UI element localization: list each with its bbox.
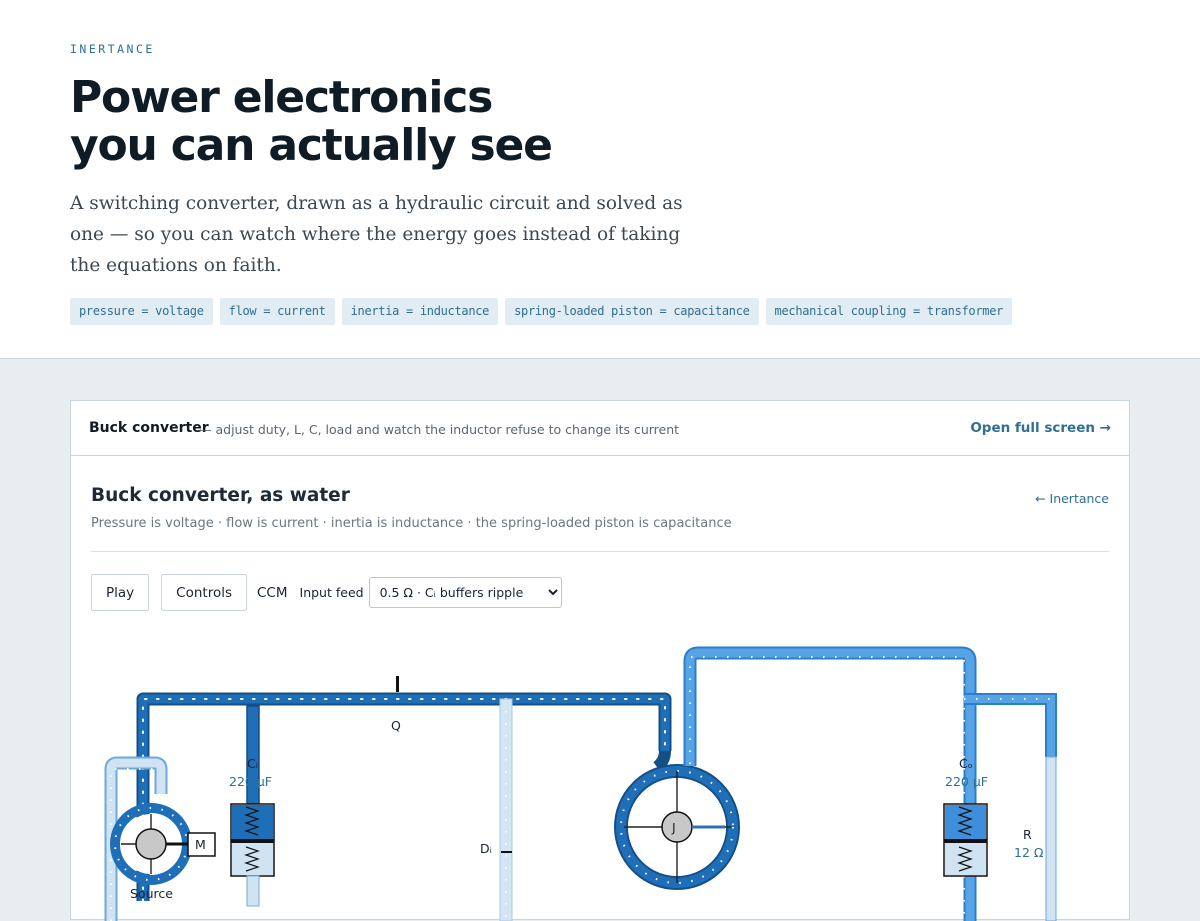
analogy-chips: pressure = voltage flow = current inerti… — [70, 298, 1013, 325]
chip: spring-loaded piston = capacitance — [505, 298, 759, 325]
hero: INERTANCE Power electronics you can actu… — [0, 0, 1200, 359]
inductor-label: J — [671, 820, 676, 835]
load-label: R — [1023, 827, 1032, 842]
source-label: Source — [130, 886, 173, 901]
lede: A switching converter, drawn as a hydrau… — [70, 193, 683, 276]
chip: mechanical coupling = transformer — [765, 298, 1013, 325]
cin-value: 220 μF — [229, 774, 272, 789]
top-pipe — [136, 692, 672, 902]
motor-label: M — [195, 837, 206, 852]
diode-label: Dᵢ — [480, 841, 492, 856]
diode: Dᵢ — [480, 698, 513, 921]
eyebrow: INERTANCE — [70, 42, 155, 56]
chip: pressure = voltage — [70, 298, 213, 325]
chip: flow = current — [219, 298, 335, 325]
simulator-card: Buck converter — adjust duty, L, C, load… — [70, 400, 1130, 921]
output-capacitor: Cₒ 220 μF — [943, 756, 988, 877]
source-pump: M Source — [104, 756, 216, 921]
page-title: Power electronics you can actually see — [70, 72, 553, 171]
cout-value: 220 μF — [945, 774, 988, 789]
input-capacitor: Cᵢ 220 μF — [229, 705, 275, 907]
inductor-wheel: J — [614, 646, 977, 921]
title-line-1: Power electronics — [70, 72, 493, 123]
switch-q-label: Q — [391, 718, 401, 733]
title-line-2: you can actually see — [70, 120, 553, 171]
cout-label: Cₒ — [959, 756, 973, 771]
cin-label: Cᵢ — [247, 756, 258, 771]
hydraulic-diagram: Q Cᵢ 220 μF Dᵢ M Source J R 12 Ω Cₒ 220 … — [104, 646, 1057, 921]
load-value: 12 Ω — [1014, 845, 1044, 860]
chip: inertia = inductance — [341, 298, 499, 325]
